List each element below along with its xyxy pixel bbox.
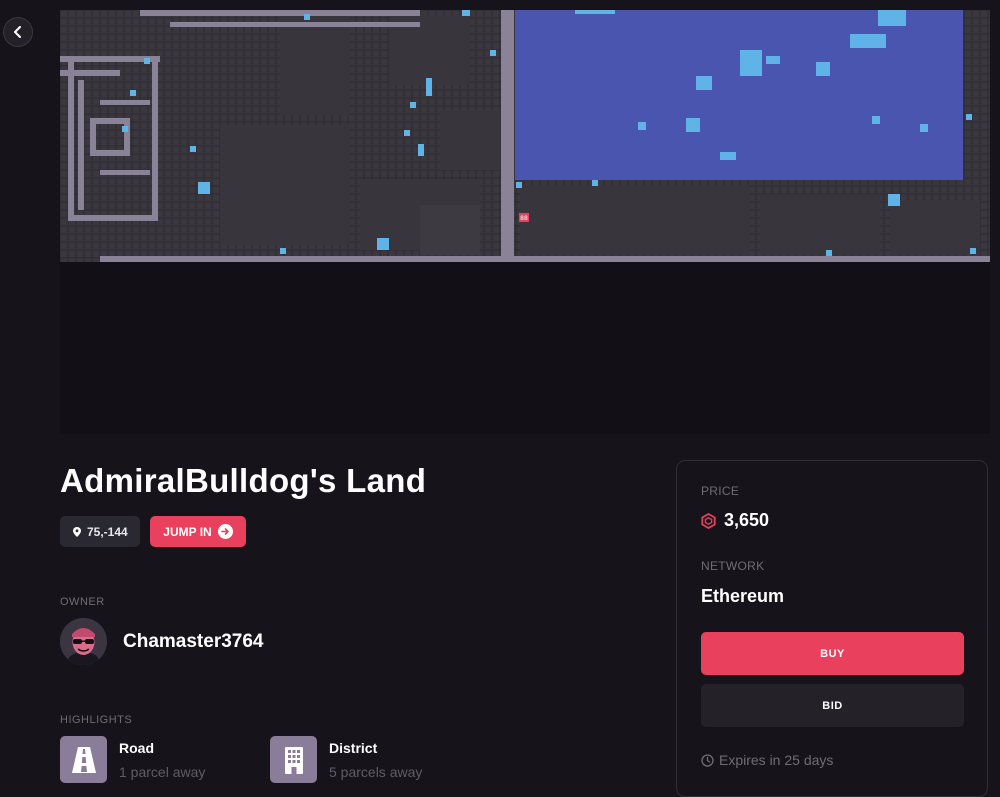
expires-info: Expires in 25 days bbox=[701, 752, 833, 768]
back-button[interactable] bbox=[3, 17, 33, 47]
avatar[interactable] bbox=[60, 618, 107, 665]
mana-hexagon-icon bbox=[701, 512, 716, 529]
jump-in-button[interactable]: JUMP IN bbox=[150, 516, 246, 547]
highlight-district-title: District bbox=[329, 740, 378, 756]
arrow-right-circle-icon bbox=[217, 524, 233, 539]
price-label: PRICE bbox=[701, 484, 740, 498]
network-value: Ethereum bbox=[701, 586, 785, 606]
parcel-marker-label: 88 bbox=[520, 215, 528, 222]
parcel-map-canvas[interactable]: 88 bbox=[60, 10, 990, 262]
bid-button[interactable]: BID bbox=[701, 684, 964, 727]
highlight-road-distance: 1 parcel away bbox=[119, 764, 206, 780]
highlight-district-distance: 5 parcels away bbox=[329, 764, 423, 780]
coordinates-badge[interactable]: 75,-144 bbox=[60, 516, 140, 547]
chevron-left-icon bbox=[14, 26, 21, 38]
expires-text: Expires in 25 days bbox=[719, 752, 834, 768]
price: 3,650 bbox=[701, 510, 769, 531]
highlights-section-label: HIGHLIGHTS bbox=[60, 714, 133, 726]
map-empty-area bbox=[60, 262, 990, 434]
map-pin-icon bbox=[73, 526, 81, 537]
jump-in-label: JUMP IN bbox=[163, 524, 212, 539]
highlight-road-title: Road bbox=[119, 740, 154, 756]
page-title: AdmiralBulldog's Land bbox=[60, 462, 427, 499]
parcel-map[interactable]: 88 bbox=[60, 10, 990, 262]
sale-panel: PRICE 3,650 NETWORK Ethereum BUY BID Exp… bbox=[676, 460, 988, 797]
network-label: NETWORK bbox=[701, 559, 765, 573]
owner-name[interactable]: Chamaster3764 bbox=[123, 631, 263, 653]
price-value: 3,650 bbox=[724, 510, 770, 530]
coordinates-text: 75,-144 bbox=[87, 524, 128, 539]
district-building-icon bbox=[270, 736, 317, 783]
clock-icon bbox=[701, 753, 714, 767]
owner-section-label: OWNER bbox=[60, 596, 105, 608]
road-icon bbox=[60, 736, 107, 783]
buy-button[interactable]: BUY bbox=[701, 632, 964, 675]
